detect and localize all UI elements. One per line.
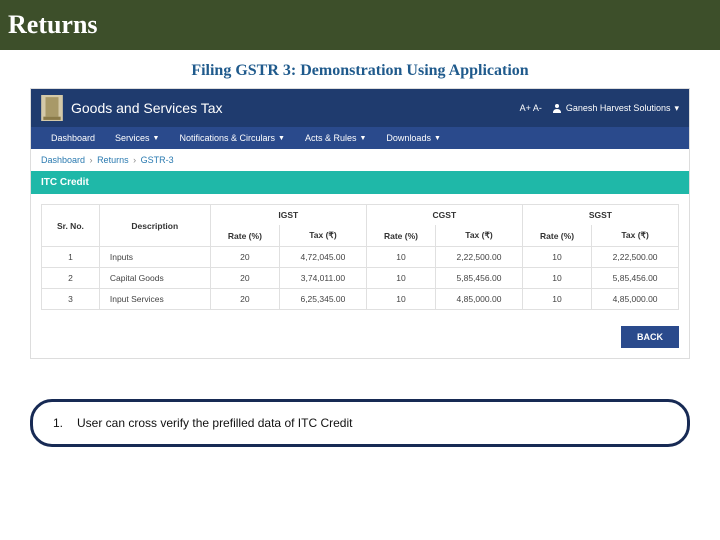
cell-desc: Capital Goods: [99, 268, 210, 289]
subcol-rate: Rate (%): [366, 225, 435, 247]
nav-services[interactable]: Services ▼: [105, 127, 169, 149]
chevron-down-icon: ▼: [359, 135, 366, 142]
button-row: BACK: [31, 320, 689, 358]
slide-title: Returns: [0, 0, 720, 50]
table-row: 2 Capital Goods 20 3,74,011.00 10 5,85,4…: [42, 268, 679, 289]
cell-igst-rate: 20: [210, 268, 279, 289]
subcol-tax: Tax (₹): [436, 225, 523, 247]
chevron-down-icon: ▼: [278, 135, 285, 142]
cell-sgst-rate: 10: [522, 289, 591, 310]
breadcrumb-separator: ›: [90, 155, 93, 165]
emblem-icon: [41, 95, 63, 121]
nav-dashboard[interactable]: Dashboard: [41, 127, 105, 149]
nav-label: Downloads: [386, 133, 431, 143]
gst-header-bar: Goods and Services Tax A+ A- Ganesh Harv…: [31, 89, 689, 127]
cell-igst-tax: 6,25,345.00: [280, 289, 367, 310]
subcol-tax: Tax (₹): [280, 225, 367, 247]
cell-sgst-tax: 5,85,456.00: [592, 268, 679, 289]
slide-subtitle: Filing GSTR 3: Demonstration Using Appli…: [0, 50, 720, 88]
col-cgst: CGST: [366, 205, 522, 226]
breadcrumb-item: GSTR-3: [141, 155, 174, 165]
nav-acts-rules[interactable]: Acts & Rules ▼: [295, 127, 376, 149]
font-small-button[interactable]: A-: [533, 103, 542, 113]
back-button[interactable]: BACK: [621, 326, 679, 348]
cell-igst-rate: 20: [210, 247, 279, 268]
col-srno: Sr. No.: [42, 205, 100, 247]
itc-credit-table: Sr. No. Description IGST CGST SGST Rate …: [41, 204, 679, 310]
app-screenshot: Goods and Services Tax A+ A- Ganesh Harv…: [30, 88, 690, 359]
table-row: 1 Inputs 20 4,72,045.00 10 2,22,500.00 1…: [42, 247, 679, 268]
cell-igst-tax: 3,74,011.00: [280, 268, 367, 289]
font-large-button[interactable]: A+: [520, 103, 531, 113]
cell-sgst-rate: 10: [522, 247, 591, 268]
nav-label: Services: [115, 133, 150, 143]
nav-notifications[interactable]: Notifications & Circulars ▼: [169, 127, 294, 149]
cell-sr: 1: [42, 247, 100, 268]
callout-number: 1.: [53, 416, 63, 430]
instruction-callout: 1. User can cross verify the prefilled d…: [30, 399, 690, 447]
cell-cgst-tax: 5,85,456.00: [436, 268, 523, 289]
cell-cgst-tax: 2,22,500.00: [436, 247, 523, 268]
cell-cgst-rate: 10: [366, 247, 435, 268]
itc-table-area: Sr. No. Description IGST CGST SGST Rate …: [31, 194, 689, 320]
callout-text: User can cross verify the prefilled data…: [77, 416, 352, 430]
font-size-controls[interactable]: A+ A-: [520, 103, 542, 113]
cell-desc: Input Services: [99, 289, 210, 310]
chevron-down-icon: ▼: [153, 135, 160, 142]
user-icon: [552, 103, 562, 113]
subcol-tax: Tax (₹): [592, 225, 679, 247]
subcol-rate: Rate (%): [522, 225, 591, 247]
nav-label: Notifications & Circulars: [179, 133, 275, 143]
user-name-label: Ganesh Harvest Solutions: [566, 103, 671, 113]
col-igst: IGST: [210, 205, 366, 226]
subcol-rate: Rate (%): [210, 225, 279, 247]
table-header-row-top: Sr. No. Description IGST CGST SGST: [42, 205, 679, 226]
col-description: Description: [99, 205, 210, 247]
section-banner: ITC Credit: [31, 171, 689, 194]
cell-cgst-rate: 10: [366, 268, 435, 289]
table-row: 3 Input Services 20 6,25,345.00 10 4,85,…: [42, 289, 679, 310]
cell-igst-tax: 4,72,045.00: [280, 247, 367, 268]
col-sgst: SGST: [522, 205, 678, 226]
breadcrumb-separator: ›: [133, 155, 136, 165]
app-title: Goods and Services Tax: [71, 100, 520, 116]
nav-label: Acts & Rules: [305, 133, 357, 143]
breadcrumb-item[interactable]: Dashboard: [41, 155, 85, 165]
chevron-down-icon: ▾: [674, 103, 679, 114]
cell-igst-rate: 20: [210, 289, 279, 310]
chevron-down-icon: ▼: [434, 135, 441, 142]
user-menu[interactable]: Ganesh Harvest Solutions ▾: [552, 103, 679, 114]
cell-desc: Inputs: [99, 247, 210, 268]
nav-label: Dashboard: [51, 133, 95, 143]
nav-downloads[interactable]: Downloads ▼: [376, 127, 450, 149]
cell-sr: 3: [42, 289, 100, 310]
cell-cgst-rate: 10: [366, 289, 435, 310]
cell-cgst-tax: 4,85,000.00: [436, 289, 523, 310]
cell-sgst-rate: 10: [522, 268, 591, 289]
breadcrumb: Dashboard › Returns › GSTR-3: [31, 149, 689, 171]
nav-bar: Dashboard Services ▼ Notifications & Cir…: [31, 127, 689, 149]
breadcrumb-item[interactable]: Returns: [97, 155, 129, 165]
cell-sgst-tax: 2,22,500.00: [592, 247, 679, 268]
cell-sr: 2: [42, 268, 100, 289]
cell-sgst-tax: 4,85,000.00: [592, 289, 679, 310]
